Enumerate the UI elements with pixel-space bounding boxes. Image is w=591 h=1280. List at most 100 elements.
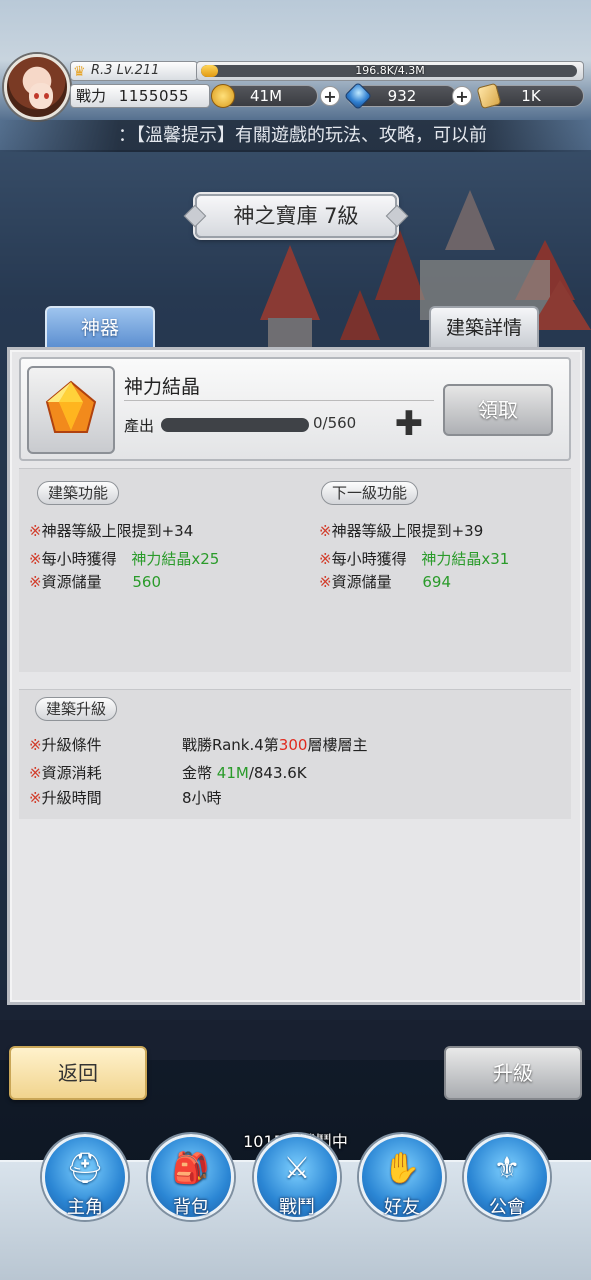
announcement-ticker: ：【溫馨提示】有關遊戲的玩法、攻略，可以前: [0, 120, 591, 152]
add-gold-button[interactable]: +: [320, 86, 340, 106]
back-button[interactable]: 返回: [9, 1046, 147, 1100]
current-function-value: 神力結晶x25: [131, 550, 220, 568]
claim-label: 領取: [478, 398, 518, 422]
building-title: 神之寶庫 7級: [233, 204, 359, 228]
current-function-title: 建築功能: [37, 481, 120, 505]
exp-text: 196.8K/4.3M: [355, 64, 425, 77]
avatar-face: [29, 83, 53, 109]
next-function-label: 每小時獲得: [331, 550, 407, 568]
next-function-title: 下一級功能: [321, 481, 419, 505]
upgrade-condition-label: 升級條件: [41, 736, 102, 754]
bullet-mark: ※: [319, 573, 332, 591]
bullet-mark: ※: [29, 764, 42, 782]
back-label: 返回: [58, 1061, 98, 1085]
nav-backpack[interactable]: 🎒 背包: [148, 1134, 234, 1220]
tab-building-details[interactable]: 建築詳情: [429, 306, 539, 348]
current-function-row: ※神器等級上限提到+34: [29, 520, 193, 541]
production-count: 0/560: [313, 414, 357, 432]
current-function-label: 神器等級上限提到+34: [41, 522, 194, 540]
upgrade-label: 升級: [493, 1061, 533, 1085]
gold-value: 41M: [249, 87, 283, 105]
nav-guild[interactable]: ⚜ 公會: [464, 1134, 550, 1220]
crown-icon: ♛: [73, 64, 86, 80]
next-function-row: ※資源儲量 694: [319, 571, 451, 592]
next-function-value: 神力結晶x31: [421, 550, 510, 568]
bullet-mark: ※: [29, 573, 42, 591]
current-function-row: ※資源儲量 560: [29, 571, 161, 592]
bullet-mark: ※: [319, 522, 332, 540]
gold-counter: 41M: [211, 84, 318, 108]
next-function-row: ※每小時獲得 神力結晶x31: [319, 548, 509, 569]
add-gems-button[interactable]: +: [452, 86, 472, 106]
crossed-swords-icon: ⚔: [283, 1151, 311, 1186]
divine-crystal-icon: [45, 380, 97, 433]
nav-friends-label: 好友: [384, 1197, 420, 1218]
cost-prefix: 金幣: [182, 764, 217, 782]
cost-need: /843.6K: [248, 764, 307, 782]
building-title-plate: 神之寶庫 7級: [195, 194, 397, 238]
gem-value: 932: [387, 87, 417, 105]
nav-hero-label: 主角: [67, 1197, 103, 1218]
ticket-icon: [476, 82, 502, 110]
upgrade-condition-label-row: ※升級條件: [29, 734, 102, 755]
current-function-row: ※每小時獲得 神力結晶x25: [29, 548, 219, 569]
bullet-mark: ※: [29, 550, 42, 568]
tab-building-details-label: 建築詳情: [445, 317, 522, 339]
power-label: 戰力: [76, 87, 107, 105]
bullet-mark: ※: [319, 550, 332, 568]
level-text: Lv.211: [116, 63, 160, 78]
condition-suffix: 層樓層主: [307, 736, 368, 754]
bullet-mark: ※: [29, 789, 42, 807]
production-item-name: 神力結晶: [124, 376, 201, 398]
power-value: 1155055: [118, 87, 190, 105]
handshake-icon: ✋: [383, 1151, 421, 1186]
tab-artifact[interactable]: 神器: [45, 306, 155, 348]
divider: [124, 400, 434, 401]
upgrade-time-value: 8小時: [182, 789, 222, 807]
upgrade-time-label: 升級時間: [41, 789, 102, 807]
upgrade-button[interactable]: 升級: [444, 1046, 582, 1100]
next-function-row: ※神器等級上限提到+39: [319, 520, 483, 541]
bullet-mark: ※: [29, 522, 42, 540]
nav-hero[interactable]: ⛑ 主角: [42, 1134, 128, 1220]
avatar-eye: [34, 93, 39, 99]
exp-bar: 196.8K/4.3M: [196, 61, 584, 81]
nav-friends[interactable]: ✋ 好友: [359, 1134, 445, 1220]
upgrade-cost-label-row: ※資源消耗: [29, 762, 102, 783]
current-function-label: 資源儲量: [41, 573, 102, 591]
next-function-label: 資源儲量: [331, 573, 392, 591]
ticket-value: 1K: [521, 87, 541, 105]
condition-floor: 300: [278, 736, 308, 754]
knight-helmet-icon: ⛑: [65, 1151, 105, 1186]
guild-crest-icon: ⚜: [493, 1151, 521, 1186]
production-output-label: 產出: [124, 417, 155, 435]
current-function-label: 每小時獲得: [41, 550, 117, 568]
nav-backpack-label: 背包: [173, 1197, 209, 1218]
cost-have: 41M: [216, 764, 249, 782]
nav-battle[interactable]: ⚔ 戰鬥: [254, 1134, 340, 1220]
claim-button[interactable]: 領取: [443, 384, 553, 436]
upgrade-time-label-row: ※升級時間: [29, 787, 102, 808]
power-bar: 戰力 1155055: [70, 84, 210, 108]
production-progress-bar: [161, 418, 309, 432]
player-avatar[interactable]: [4, 54, 70, 120]
ticker-text: ：【溫馨提示】有關遊戲的玩法、攻略，可以前: [118, 125, 487, 146]
crystal-slot: [27, 366, 115, 454]
next-function-value: 694: [422, 573, 452, 591]
condition-prefix: 戰勝Rank.4第: [182, 736, 279, 754]
current-function-value: 560: [132, 573, 162, 591]
backpack-icon: 🎒: [172, 1151, 210, 1186]
nav-battle-label: 戰鬥: [279, 1197, 315, 1218]
upgrade-cost-label: 資源消耗: [41, 764, 102, 782]
rank-text: R.3: [91, 63, 113, 78]
ticket-counter: 1K: [476, 82, 584, 110]
gold-coin-icon: [211, 84, 235, 108]
plus-icon: ✚: [394, 404, 424, 444]
next-function-label: 神器等級上限提到+39: [331, 522, 484, 540]
rank-level-bar: ♛ R.3 Lv.211: [70, 61, 198, 81]
nav-guild-label: 公會: [489, 1197, 525, 1218]
bullet-mark: ※: [29, 736, 42, 754]
tab-artifact-label: 神器: [80, 317, 119, 339]
gem-counter: 932: [343, 81, 457, 111]
upgrade-condition-value: 戰勝Rank.4第300層樓層主: [182, 734, 367, 755]
